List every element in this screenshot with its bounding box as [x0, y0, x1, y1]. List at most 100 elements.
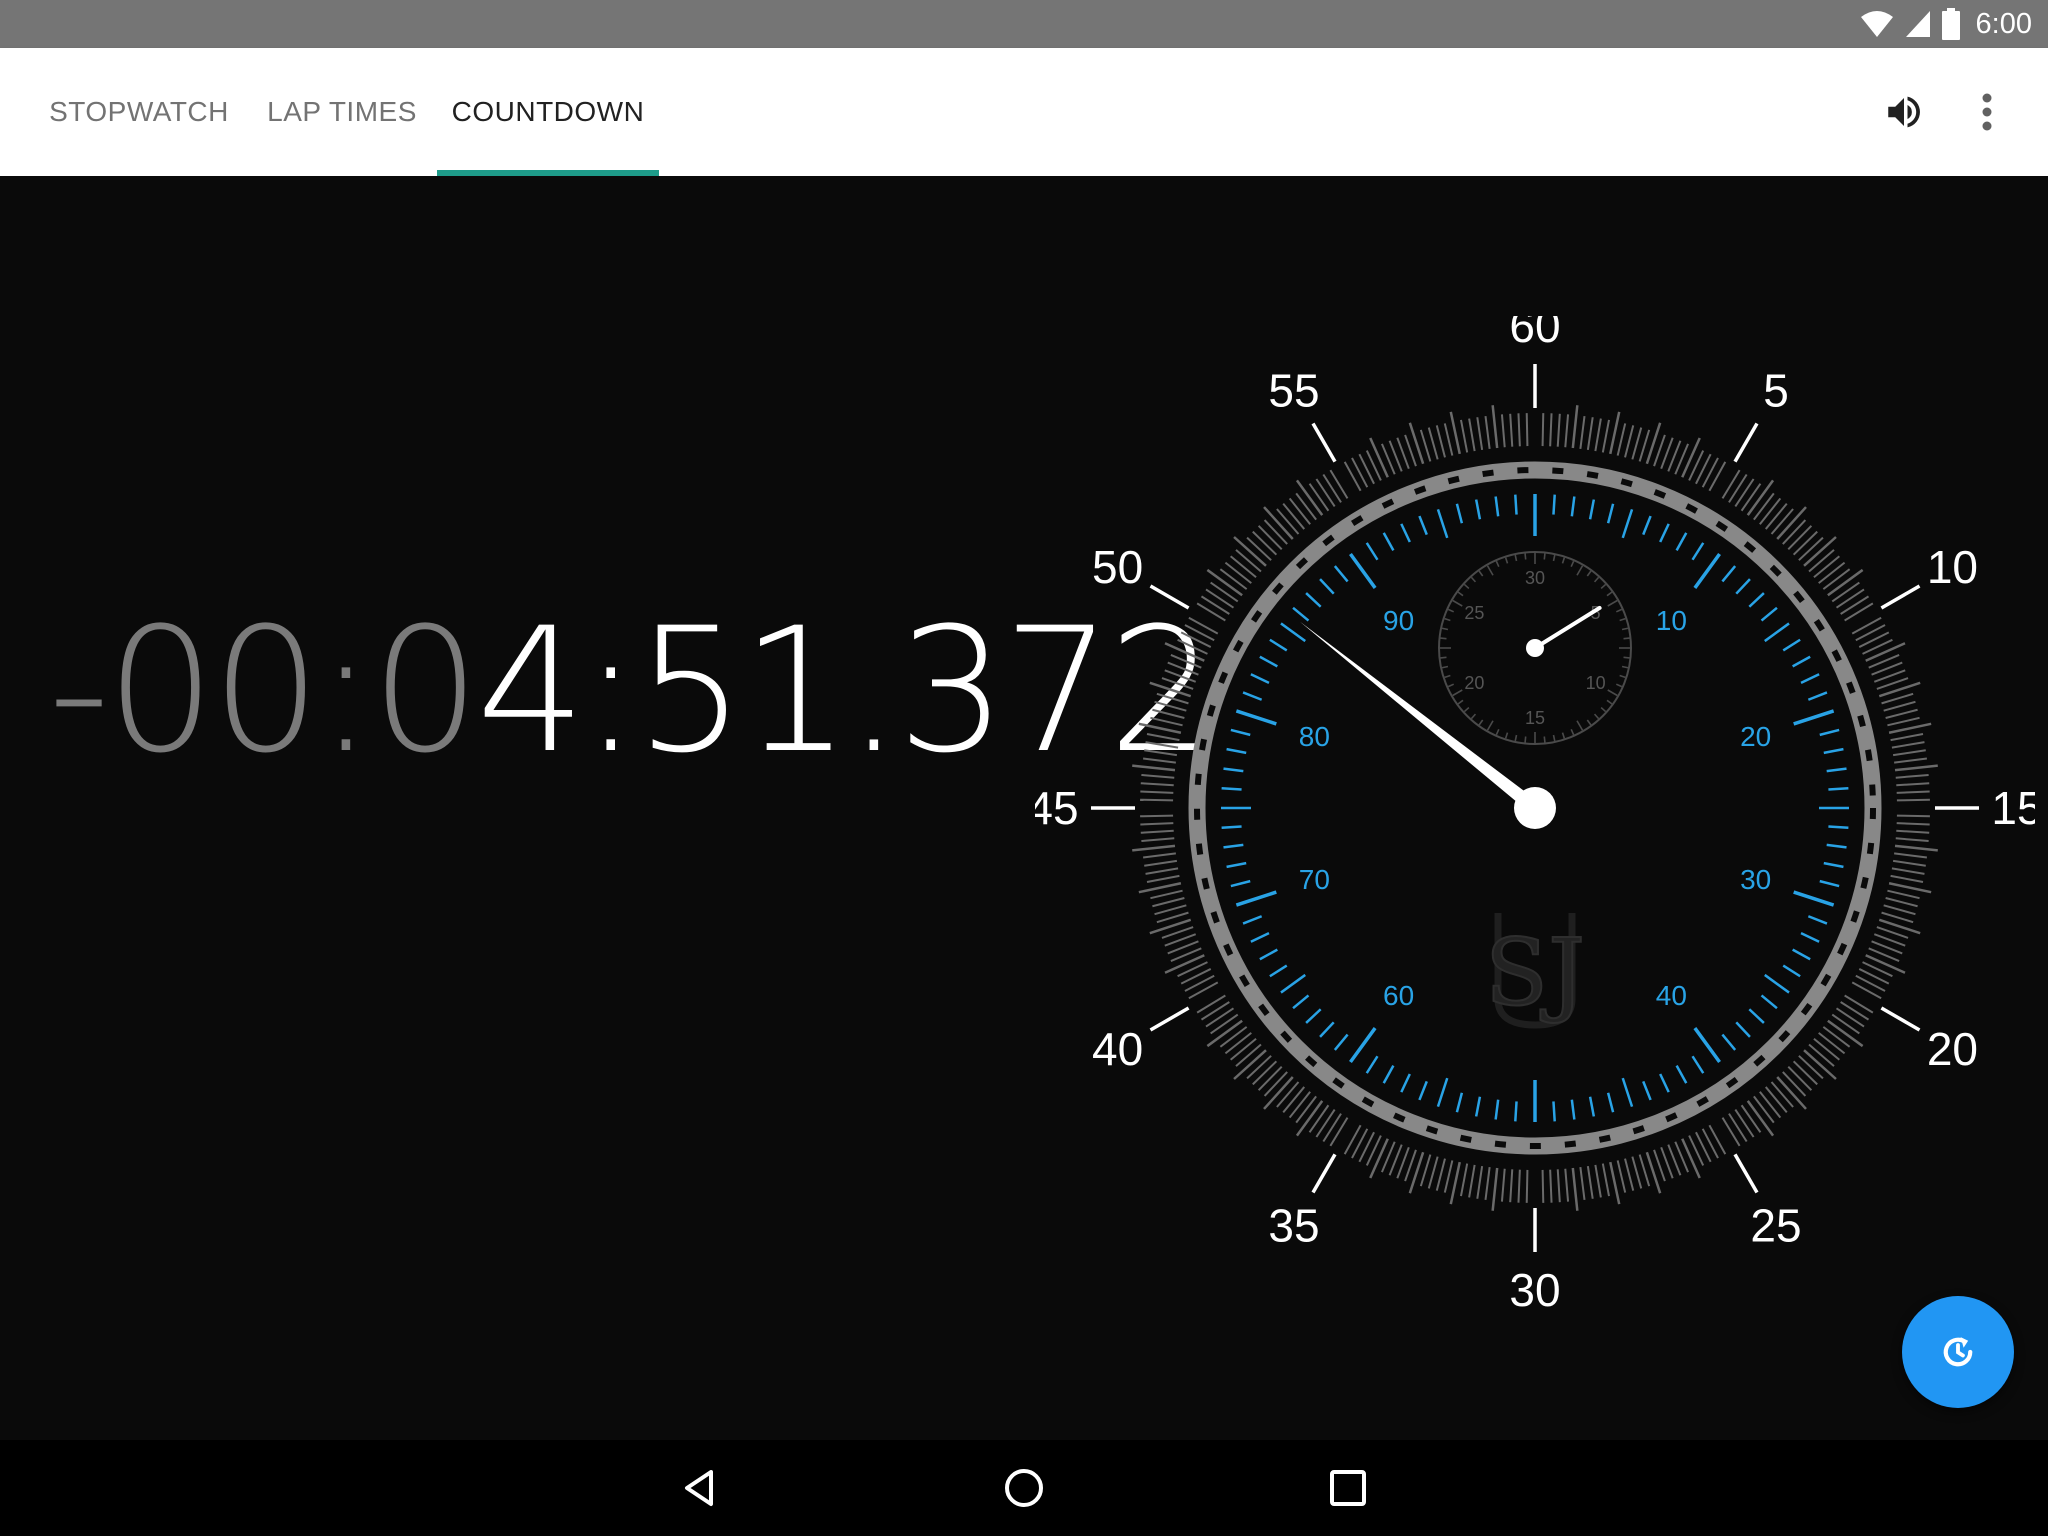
inner-tick	[1259, 948, 1278, 961]
outer-tick	[1808, 549, 1835, 573]
home-button[interactable]	[976, 1440, 1072, 1536]
inner-tick	[1223, 843, 1244, 849]
outer-tick	[1138, 722, 1182, 734]
sub-tick	[1576, 720, 1584, 731]
outer-tick	[1564, 1168, 1570, 1202]
recents-button[interactable]	[1300, 1440, 1396, 1536]
outer-tick	[1549, 1169, 1553, 1203]
outer-tick	[1419, 1154, 1432, 1187]
inner-tick	[1823, 747, 1844, 755]
overflow-menu-button[interactable]	[1955, 48, 2019, 176]
sub-dial-hub	[1526, 639, 1544, 657]
reset-fab[interactable]	[1902, 1296, 2014, 1408]
outer-tick	[1257, 525, 1283, 551]
outer-tick	[1230, 1037, 1257, 1061]
tab-countdown-label: COUNTDOWN	[451, 96, 645, 127]
sub-tick	[1457, 699, 1464, 705]
outer-tick	[1449, 411, 1461, 455]
sub-tick	[1478, 570, 1484, 577]
outer-tick	[1787, 1065, 1813, 1091]
sub-tick	[1619, 674, 1626, 679]
outer-major-tick	[1149, 1006, 1190, 1032]
outer-tick	[1708, 461, 1727, 492]
outer-tick	[1154, 904, 1187, 916]
outer-tick	[1740, 483, 1762, 512]
outer-tick	[1835, 1007, 1865, 1028]
sub-tick	[1600, 583, 1607, 590]
outer-dial-label: 30	[1509, 1264, 1560, 1316]
outer-tick	[1851, 981, 1882, 1000]
outer-tick	[1164, 642, 1205, 662]
outer-tick	[1144, 749, 1178, 757]
sub-tick	[1586, 719, 1592, 726]
volume-button[interactable]	[1872, 48, 1936, 176]
outer-dial-label: 5	[1763, 365, 1789, 417]
outer-tick	[1188, 616, 1219, 635]
outer-tick	[1288, 1091, 1311, 1119]
tab-stopwatch[interactable]: STOPWATCH	[40, 48, 238, 176]
outer-tick	[1252, 1060, 1278, 1086]
inner-tick	[1269, 964, 1288, 978]
outer-tick	[1491, 1167, 1499, 1211]
outer-tick	[1246, 1055, 1272, 1080]
outer-tick	[1885, 708, 1918, 719]
outer-tick	[1138, 882, 1182, 894]
inner-tick	[1333, 565, 1349, 583]
outer-tick	[1586, 1165, 1594, 1199]
inner-tick	[1305, 1008, 1322, 1024]
outer-tick	[1564, 414, 1570, 448]
sub-tick	[1593, 576, 1600, 583]
outer-tick	[1892, 749, 1926, 757]
sub-tick	[1615, 683, 1623, 688]
outer-tick	[1895, 773, 1929, 779]
outer-tick	[1878, 681, 1921, 698]
back-button[interactable]	[653, 1440, 749, 1536]
outer-tick	[1888, 722, 1932, 734]
tab-lap-times[interactable]: LAP TIMES	[256, 48, 428, 176]
inner-tick	[1235, 709, 1277, 726]
tab-countdown[interactable]: COUNTDOWN	[437, 48, 659, 176]
outer-tick	[1818, 1032, 1846, 1055]
outer-tick	[1840, 595, 1870, 615]
outer-tick	[1509, 413, 1514, 447]
inner-tick	[1280, 973, 1306, 994]
outer-tick	[1196, 994, 1226, 1014]
inner-dial-label: 40	[1656, 980, 1687, 1011]
outer-tick	[1624, 1158, 1635, 1191]
sub-tick	[1607, 599, 1618, 607]
outer-tick	[1288, 497, 1311, 525]
sub-tick	[1452, 689, 1463, 697]
inner-tick	[1735, 1021, 1751, 1038]
outer-tick	[1764, 503, 1788, 530]
outer-tick	[1894, 852, 1928, 859]
outer-tick	[1146, 733, 1180, 742]
inner-tick	[1319, 1021, 1335, 1038]
sub-tick	[1452, 599, 1463, 607]
sub-tick	[1552, 734, 1556, 742]
inner-tick	[1494, 1099, 1500, 1120]
outer-tick	[1329, 469, 1349, 499]
inner-tick	[1807, 915, 1828, 925]
inner-tick	[1242, 915, 1263, 925]
outer-dial-label: 15	[1991, 782, 2035, 834]
outer-dial-label: 40	[1092, 1023, 1143, 1075]
outer-tick	[1840, 1001, 1870, 1021]
inner-tick	[1691, 1055, 1705, 1074]
outer-tick	[1156, 692, 1189, 705]
sub-tick	[1441, 665, 1449, 669]
inner-tick	[1235, 890, 1277, 907]
outer-tick	[1855, 974, 1886, 992]
sub-tick	[1486, 720, 1494, 731]
inner-tick	[1793, 709, 1835, 726]
outer-tick	[1881, 911, 1914, 924]
tab-stopwatch-label: STOPWATCH	[49, 96, 229, 127]
inner-tick	[1250, 932, 1270, 943]
outer-tick	[1517, 413, 1521, 447]
outer-tick	[1156, 911, 1189, 924]
inner-tick	[1494, 496, 1500, 517]
outer-tick	[1571, 1167, 1579, 1211]
outer-dial-label: 45	[1035, 782, 1079, 834]
outer-tick	[1196, 602, 1226, 622]
outer-tick	[1224, 1032, 1252, 1055]
sub-tick	[1606, 591, 1613, 597]
